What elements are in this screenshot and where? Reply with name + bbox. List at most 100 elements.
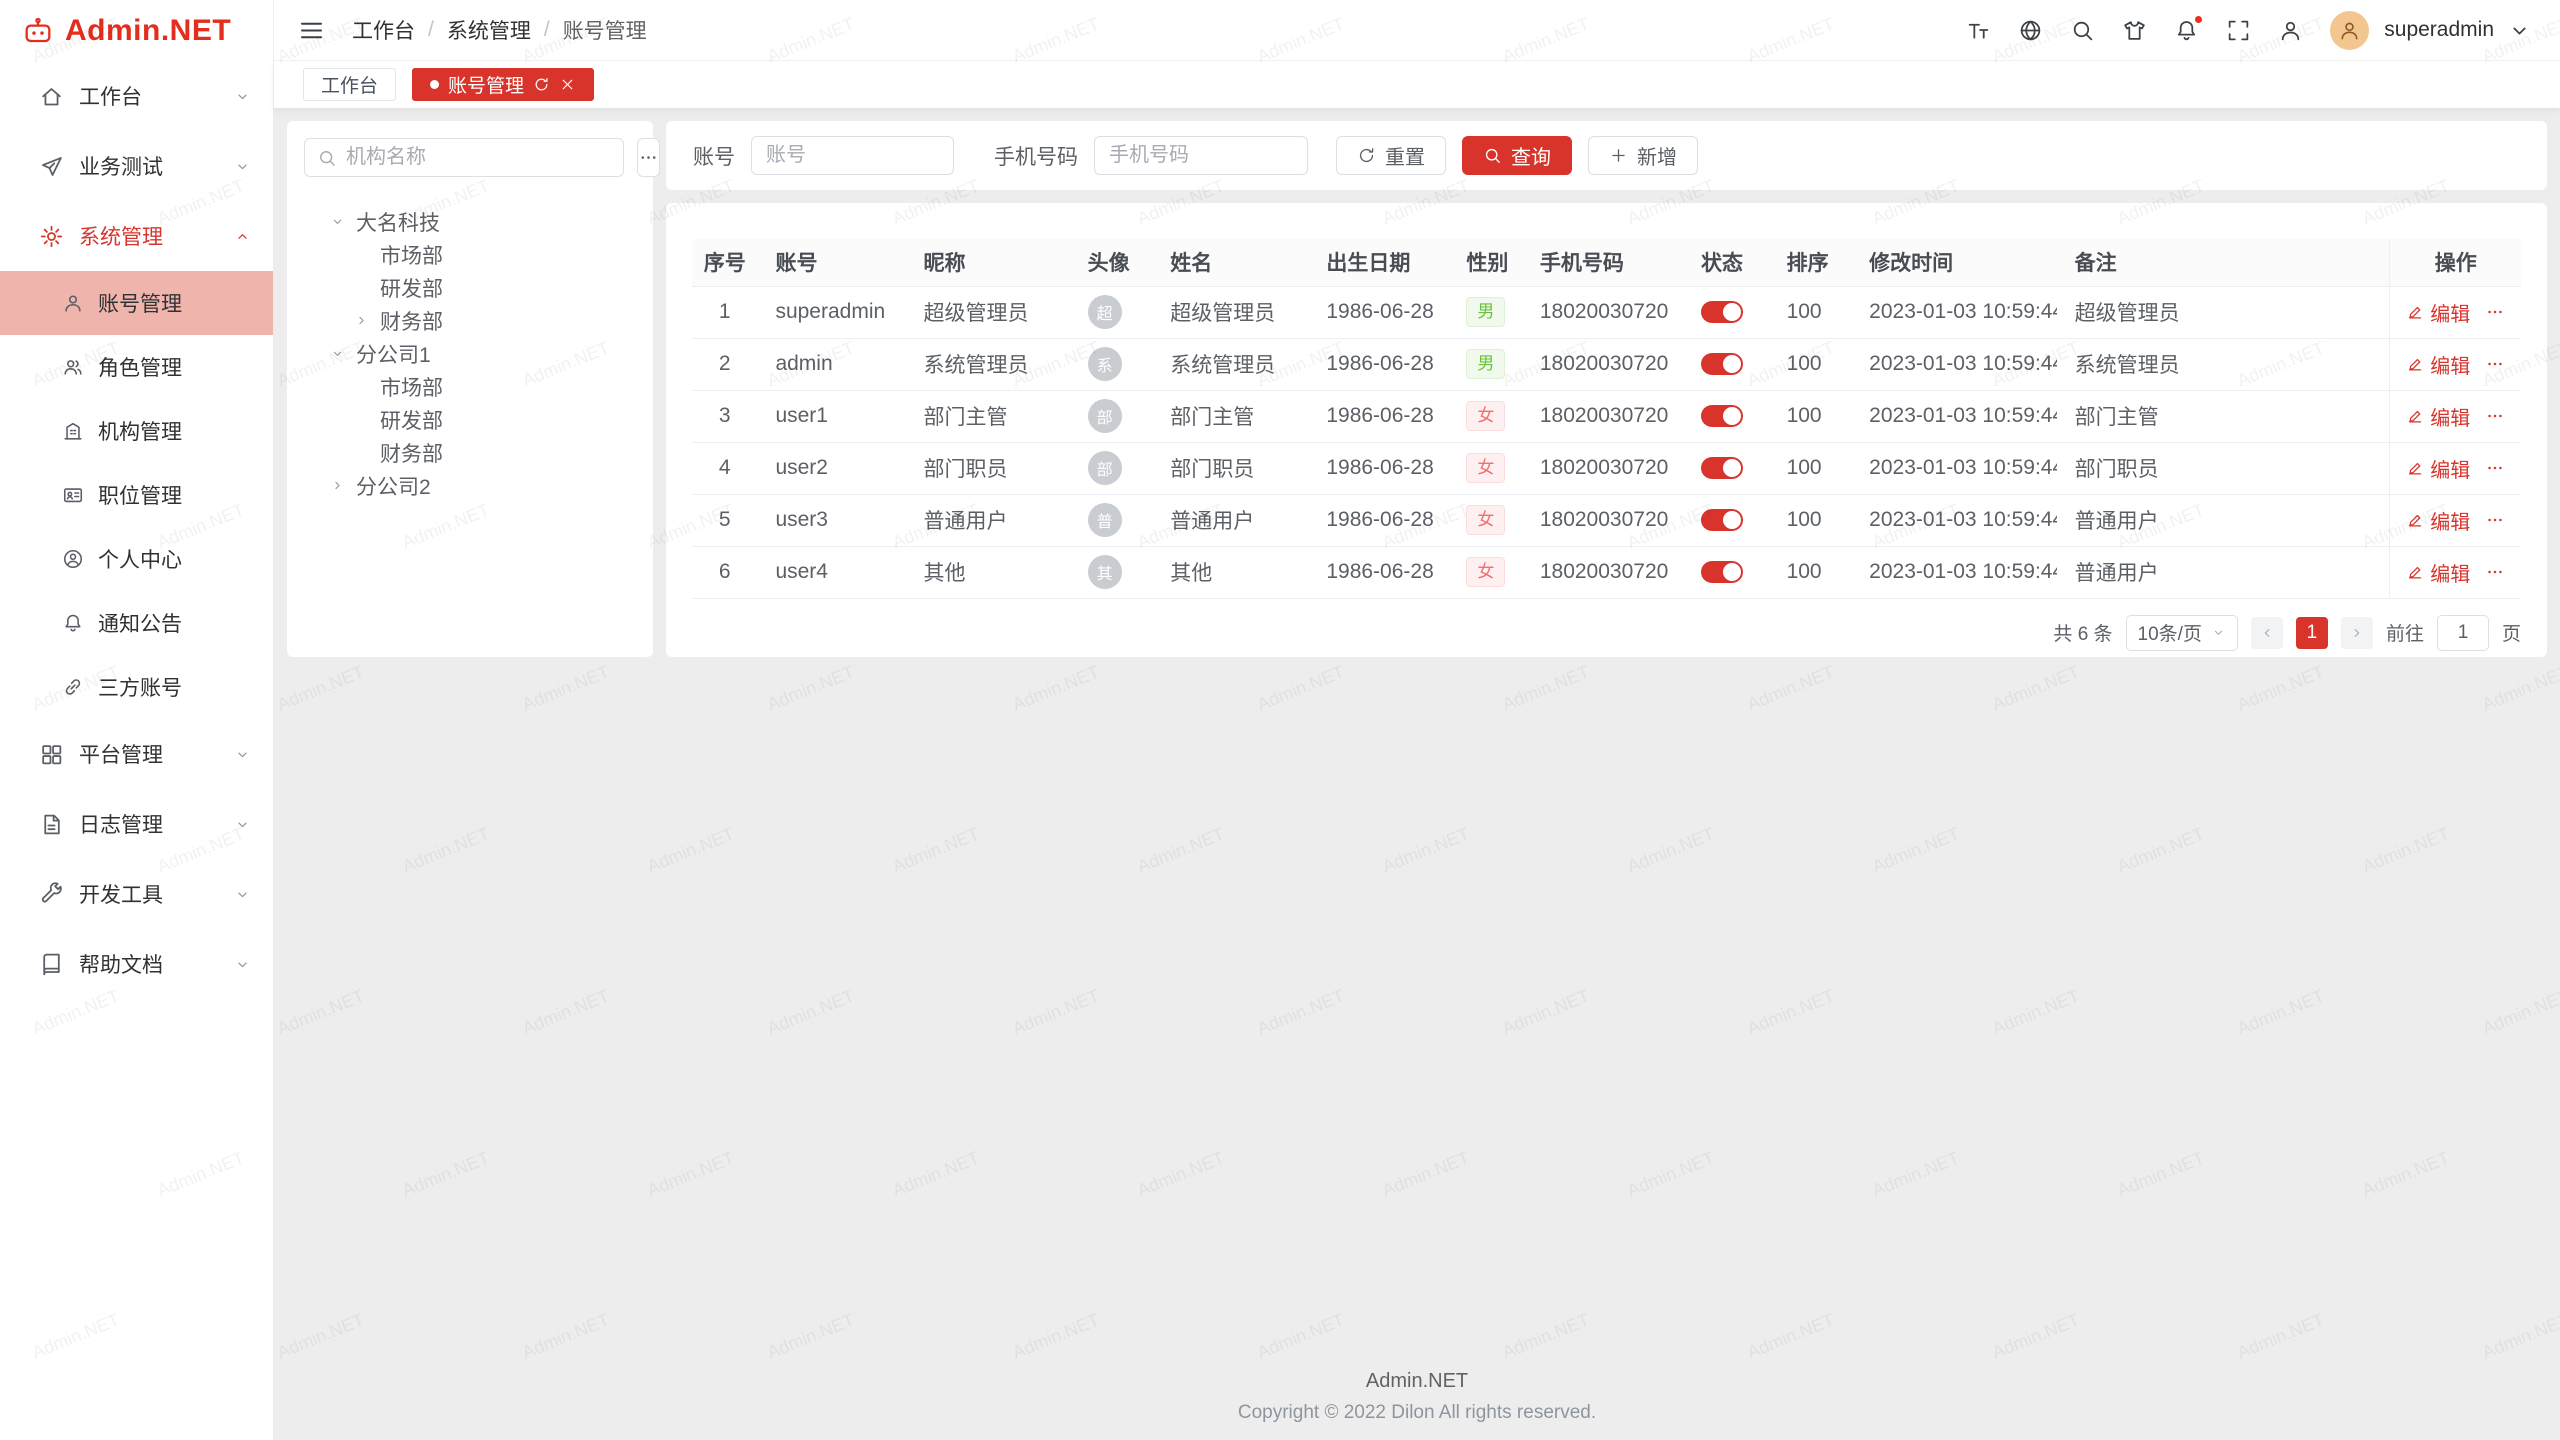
org-search-input[interactable] bbox=[346, 146, 611, 169]
expand-caret[interactable] bbox=[354, 313, 380, 328]
cell-modified-time: 2023-01-03 10:59:44 bbox=[1851, 442, 2056, 494]
lock-screen-icon[interactable] bbox=[2278, 18, 2303, 43]
user-menu-chevron-icon[interactable] bbox=[2507, 18, 2532, 43]
sidebar-item-help-docs[interactable]: 帮助文档 bbox=[0, 929, 273, 999]
breadcrumb-item-workbench[interactable]: 工作台 bbox=[352, 15, 415, 45]
collapse-caret[interactable] bbox=[330, 214, 356, 229]
global-search-icon[interactable] bbox=[2070, 18, 2095, 43]
edit-button[interactable]: 编辑 bbox=[2406, 402, 2470, 431]
status-toggle[interactable] bbox=[1701, 405, 1743, 427]
edit-button[interactable]: 编辑 bbox=[2406, 506, 2470, 535]
sidebar-item-third-party-account[interactable]: 三方账号 bbox=[0, 655, 273, 719]
row-more-icon[interactable] bbox=[2485, 562, 2505, 582]
sidebar-item-log-mgmt[interactable]: 日志管理 bbox=[0, 789, 273, 859]
row-more-icon[interactable] bbox=[2485, 406, 2505, 426]
next-page-button[interactable] bbox=[2341, 617, 2373, 649]
sidebar-item-personal-center[interactable]: 个人中心 bbox=[0, 527, 273, 591]
collapse-caret[interactable] bbox=[330, 346, 356, 361]
gender-badge: 男 bbox=[1466, 349, 1505, 378]
sidebar-item-label: 通知公告 bbox=[98, 608, 182, 638]
prev-page-button[interactable] bbox=[2251, 617, 2283, 649]
status-toggle[interactable] bbox=[1701, 353, 1743, 375]
cell-remark: 普通用户 bbox=[2057, 494, 2390, 546]
username[interactable]: superadmin bbox=[2384, 18, 2494, 42]
tree-node[interactable]: 分公司2 bbox=[304, 469, 636, 502]
row-more-icon[interactable] bbox=[2485, 458, 2505, 478]
tree-node[interactable]: 财务部 bbox=[304, 436, 636, 469]
main-area: 工作台 / 系统管理 / 账号管理 superadmin bbox=[274, 0, 2560, 1440]
sidebar-item-notice[interactable]: 通知公告 bbox=[0, 591, 273, 655]
cell-account: user3 bbox=[757, 494, 905, 546]
row-more-icon[interactable] bbox=[2485, 510, 2505, 530]
tab-refresh-icon[interactable] bbox=[533, 76, 550, 93]
breadcrumb-item-system[interactable]: 系统管理 bbox=[447, 15, 531, 45]
tab-account-mgmt[interactable]: 账号管理 bbox=[412, 68, 594, 101]
logo[interactable]: Admin.NET bbox=[0, 0, 273, 61]
row-more-icon[interactable] bbox=[2485, 302, 2505, 322]
status-toggle[interactable] bbox=[1701, 561, 1743, 583]
query-button-label: 查询 bbox=[1511, 141, 1551, 170]
sidebar-item-workbench[interactable]: 工作台 bbox=[0, 61, 273, 131]
logo-icon bbox=[22, 15, 54, 47]
link-icon bbox=[62, 676, 84, 698]
tree-node[interactable]: 大名科技 bbox=[304, 205, 636, 238]
query-button[interactable]: 查询 bbox=[1462, 136, 1572, 175]
user-avatar[interactable] bbox=[2330, 11, 2369, 50]
status-toggle[interactable] bbox=[1701, 509, 1743, 531]
cell-index: 4 bbox=[692, 442, 757, 494]
edit-button[interactable]: 编辑 bbox=[2406, 454, 2470, 483]
row-more-icon[interactable] bbox=[2485, 354, 2505, 374]
org-more-button[interactable] bbox=[637, 138, 660, 177]
page-size-select[interactable]: 10条/页 bbox=[2126, 615, 2238, 651]
sidebar-item-system-mgmt[interactable]: 系统管理 bbox=[0, 201, 273, 271]
edit-button[interactable]: 编辑 bbox=[2406, 350, 2470, 379]
org-search-box bbox=[304, 138, 624, 177]
phone-label: 手机号码 bbox=[994, 141, 1078, 171]
expand-caret[interactable] bbox=[330, 478, 356, 493]
avatar-person-icon bbox=[2338, 19, 2361, 42]
font-size-icon[interactable] bbox=[1966, 18, 1991, 43]
status-toggle[interactable] bbox=[1701, 301, 1743, 323]
tree-node[interactable]: 研发部 bbox=[304, 271, 636, 304]
tools-icon bbox=[39, 882, 64, 907]
tree-node[interactable]: 财务部 bbox=[304, 304, 636, 337]
notification-badge bbox=[2193, 14, 2204, 25]
sidebar-item-org-mgmt[interactable]: 机构管理 bbox=[0, 399, 273, 463]
tree-node[interactable]: 分公司1 bbox=[304, 337, 636, 370]
sidebar-item-position-mgmt[interactable]: 职位管理 bbox=[0, 463, 273, 527]
search-icon bbox=[317, 148, 337, 168]
edit-icon bbox=[2406, 303, 2424, 321]
edit-button[interactable]: 编辑 bbox=[2406, 298, 2470, 327]
collapse-menu-icon[interactable] bbox=[298, 17, 325, 44]
goto-page-input[interactable] bbox=[2437, 615, 2489, 651]
edit-button[interactable]: 编辑 bbox=[2406, 558, 2470, 587]
chevron-down-icon bbox=[234, 88, 251, 105]
reset-button[interactable]: 重置 bbox=[1336, 136, 1446, 175]
sidebar-item-role-mgmt[interactable]: 角色管理 bbox=[0, 335, 273, 399]
tab-workbench[interactable]: 工作台 bbox=[303, 68, 396, 101]
tree-node[interactable]: 市场部 bbox=[304, 238, 636, 271]
notification-bell[interactable] bbox=[2174, 18, 2199, 43]
status-toggle[interactable] bbox=[1701, 457, 1743, 479]
tree-node-label: 财务部 bbox=[380, 438, 443, 468]
page-1-button[interactable]: 1 bbox=[2296, 617, 2328, 649]
breadcrumb: 工作台 / 系统管理 / 账号管理 bbox=[352, 15, 647, 45]
add-button[interactable]: 新增 bbox=[1588, 136, 1698, 175]
sidebar-item-business-test[interactable]: 业务测试 bbox=[0, 131, 273, 201]
fullscreen-icon[interactable] bbox=[2226, 18, 2251, 43]
phone-input[interactable] bbox=[1094, 136, 1308, 175]
tab-close-icon[interactable] bbox=[559, 76, 576, 93]
sidebar-item-account-mgmt[interactable]: 账号管理 bbox=[0, 271, 273, 335]
chevron-down-icon bbox=[234, 886, 251, 903]
gender-badge: 女 bbox=[1466, 401, 1505, 430]
theme-icon[interactable] bbox=[2122, 18, 2147, 43]
column-header: 出生日期 bbox=[1308, 239, 1448, 286]
sidebar-item-platform-mgmt[interactable]: 平台管理 bbox=[0, 719, 273, 789]
sidebar-item-dev-tools[interactable]: 开发工具 bbox=[0, 859, 273, 929]
users-icon bbox=[62, 356, 84, 378]
account-input[interactable] bbox=[751, 136, 954, 175]
search-icon bbox=[1483, 146, 1502, 165]
tree-node[interactable]: 市场部 bbox=[304, 370, 636, 403]
tree-node[interactable]: 研发部 bbox=[304, 403, 636, 436]
language-icon[interactable] bbox=[2018, 18, 2043, 43]
